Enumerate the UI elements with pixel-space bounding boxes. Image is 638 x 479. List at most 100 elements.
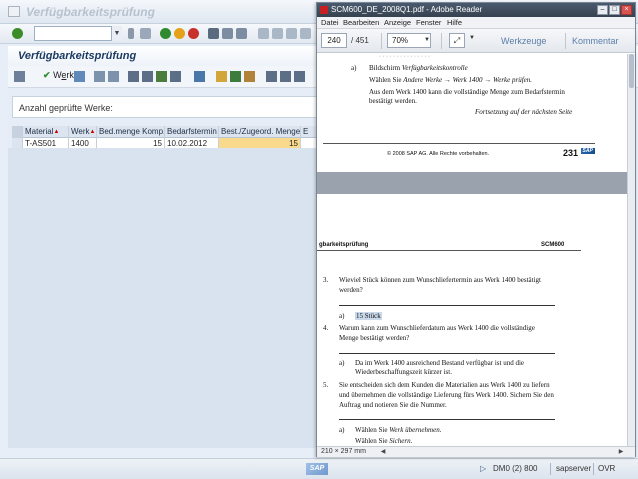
pdf-vertical-scrollbar[interactable] (627, 54, 635, 446)
page-gap (317, 172, 627, 194)
command-field[interactable] (34, 26, 122, 41)
pdf-text: bestätigt werden. (369, 97, 417, 105)
save-layout-icon[interactable] (294, 71, 305, 82)
q5-text: Auftrag und notieren Sie die Nummer. (339, 401, 447, 409)
q5-answer-label: a) (339, 426, 345, 434)
minimize-icon[interactable]: – (597, 5, 608, 15)
collapse-icon[interactable] (128, 28, 134, 39)
q4-answer-label: a) (339, 359, 345, 367)
details-icon[interactable] (14, 71, 25, 82)
menu-bearbeiten[interactable]: Bearbeiten (343, 18, 379, 27)
deselect-all-icon[interactable] (108, 71, 119, 82)
pdf-text: Wählen Sie Andere Werke → Werk 1400 → We… (369, 76, 533, 84)
q5-number: 5. (323, 381, 329, 389)
answer-line (339, 353, 555, 354)
system-info[interactable]: DM0 (2) 800 (493, 464, 537, 473)
scroll-left-icon[interactable]: ◀ (379, 448, 387, 456)
menu-fenster[interactable]: Fenster (416, 18, 441, 27)
column-header[interactable]: Bedarfstermin (165, 126, 219, 138)
q3-answer: 15 Stück (355, 312, 382, 320)
adobe-reader-window: SCM600_DE_2008Q1.pdf - Adobe Reader – □ … (316, 2, 636, 457)
column-header[interactable]: Best./Zugeord. Menge (219, 126, 301, 138)
sort-ascending-icon[interactable] (128, 71, 139, 82)
zoom-dropdown-icon[interactable]: ▼ (423, 33, 431, 48)
answer-line (339, 305, 555, 306)
filter-icon[interactable] (156, 71, 167, 82)
toolbar-divider (441, 33, 442, 49)
previous-page-icon[interactable] (272, 28, 283, 39)
fit-page-icon[interactable]: ⤢ (449, 33, 465, 48)
reader-menubar: Datei Bearbeiten Anzeige Fenster Hilfe (317, 17, 635, 29)
werk-button[interactable]: ✔ Werk (43, 70, 74, 81)
item-a-label: a) (351, 64, 357, 72)
maximize-icon[interactable]: □ (609, 5, 620, 15)
menu-hilfe[interactable]: Hilfe (447, 18, 462, 27)
q5-text: und übernehmen die vollständige Lieferun… (339, 391, 554, 399)
select-all-cell[interactable] (12, 126, 23, 138)
play-icon[interactable]: ▷ (480, 464, 486, 473)
word-icon[interactable] (244, 71, 255, 82)
q3-text: Wieviel Stück können zum Wunschlieferter… (339, 276, 541, 284)
server-info: sapserver (556, 464, 592, 473)
layout-icon[interactable] (266, 71, 277, 82)
sum-icon[interactable] (170, 71, 181, 82)
column-header[interactable]: Bed.menge Komp. (97, 126, 165, 138)
q3-text: werden? (339, 286, 363, 294)
last-page-icon[interactable] (300, 28, 311, 39)
answer-line (339, 419, 555, 420)
sap-status-bar: SAP ▷ DM0 (2) 800 sapserver OVR (0, 458, 638, 479)
cancel-icon[interactable] (188, 28, 199, 39)
exit-icon[interactable] (174, 28, 185, 39)
pdf-text: Fortsetzung auf der nächsten Seite (475, 108, 573, 116)
comment-button[interactable]: Kommentar (572, 36, 619, 46)
command-dropdown-icon[interactable]: ▼ (111, 26, 122, 41)
choose-layout-icon[interactable] (280, 71, 291, 82)
status-divider (550, 463, 551, 475)
page-number-input[interactable]: 240 (321, 33, 347, 48)
back-icon[interactable] (160, 28, 171, 39)
close-icon[interactable]: × (621, 5, 632, 15)
toolbar-divider (565, 33, 566, 49)
first-page-icon[interactable] (258, 28, 269, 39)
pdf-text: Aus dem Werk 1400 kann die vollständige … (369, 88, 565, 96)
count-label: Anzahl geprüfte Werke: (19, 103, 113, 113)
page-size-label: 210 × 297 mm (321, 448, 366, 455)
find-icon[interactable] (222, 28, 233, 39)
q4-answer: Wiederbeschaffungszeit kürzer ist. (355, 368, 452, 376)
header-rule (317, 250, 581, 251)
count-panel: Anzahl geprüfte Werke: (12, 96, 320, 118)
detail-view-icon[interactable] (74, 71, 85, 82)
q4-number: 4. (323, 324, 329, 332)
q4-text: Menge bestätigt werden? (339, 334, 410, 342)
q5-text: Sie entscheiden sich dem Kunden die Mate… (339, 381, 550, 389)
column-header[interactable]: Material▲ (23, 126, 69, 138)
find-next-icon[interactable] (236, 28, 247, 39)
q4-answer: Da im Werk 1400 ausreichend Bestand verf… (355, 359, 525, 367)
reader-titlebar: SCM600_DE_2008Q1.pdf - Adobe Reader – □ … (317, 3, 635, 17)
column-header[interactable]: Werk▲ (69, 126, 97, 138)
menu-anzeige[interactable]: Anzeige (384, 18, 411, 27)
copyright: © 2008 SAP AG. Alle Rechte vorbehalten. (387, 151, 490, 157)
sort-descending-icon[interactable] (142, 71, 153, 82)
select-all-icon[interactable] (94, 71, 105, 82)
enter-check-icon[interactable] (12, 28, 23, 39)
pdf-document-view[interactable]: · · · · · · · · · · · · · · · a) Bildsch… (317, 54, 627, 446)
refresh-icon[interactable] (194, 71, 205, 82)
menu-datei[interactable]: Datei (321, 18, 339, 27)
tools-button[interactable]: Werkzeuge (501, 36, 546, 46)
scrollbar-thumb[interactable] (629, 54, 634, 88)
fit-dropdown-icon[interactable]: ▼ (469, 35, 475, 41)
save-icon[interactable] (140, 28, 151, 39)
table-icon (8, 6, 20, 17)
page-header-right: SCM600 (541, 242, 565, 248)
footer-rule (323, 143, 595, 144)
excel-icon[interactable] (230, 71, 241, 82)
q5-answer: Wählen Sie Sichern. (355, 437, 413, 445)
next-page-icon[interactable] (286, 28, 297, 39)
q5-answer: Wählen Sie Werk übernehmen. (355, 426, 442, 434)
pdf-app-icon (320, 6, 328, 14)
page-header-left: gbarkeitsprüfung (319, 242, 369, 248)
print-icon[interactable] (208, 28, 219, 39)
print-preview-icon[interactable] (216, 71, 227, 82)
scroll-right-icon[interactable]: ▶ (617, 448, 625, 456)
